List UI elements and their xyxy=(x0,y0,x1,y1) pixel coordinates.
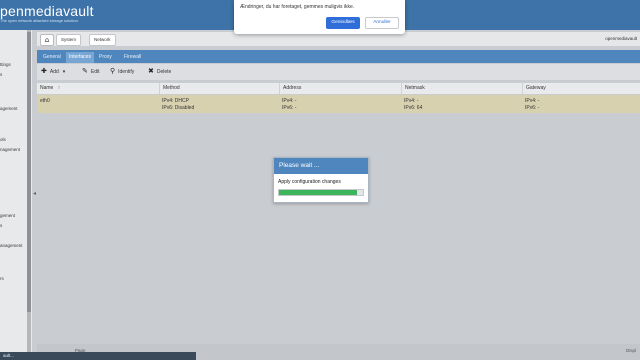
column-netmask[interactable]: Netmask xyxy=(401,83,522,94)
sidebar-item[interactable]: agement xyxy=(0,106,18,111)
tab-interfaces[interactable]: Interfaces xyxy=(66,52,94,63)
search-icon: ⚲ xyxy=(110,68,116,75)
edit-button[interactable]: ✎ Edit xyxy=(82,67,100,77)
home-icon[interactable]: ⌂ xyxy=(40,34,54,46)
add-button[interactable]: ✚ Add ▾ xyxy=(41,67,65,77)
sidebar-collapse-icon[interactable]: ◂ xyxy=(33,190,36,197)
sidebar-item[interactable]: rs xyxy=(0,276,4,281)
cell-method-ipv4: IPv4: DHCP xyxy=(162,98,189,104)
breadcrumb: ⌂ System Network openmediavault xyxy=(37,32,640,46)
cancel-button[interactable]: Annuller xyxy=(365,17,399,29)
cell-method-ipv6: IPv6: Disabled xyxy=(162,105,195,111)
grid-header: Name ↑ Method Address Netmask Gateway xyxy=(37,83,640,95)
add-label: Add xyxy=(49,69,59,75)
hostname: openmediavault xyxy=(605,36,637,41)
cell-gateway-ipv6: IPv6: - xyxy=(525,105,540,111)
breadcrumb-system[interactable]: System xyxy=(56,34,82,46)
display-label: Displ xyxy=(625,348,636,353)
progress-bar-fill xyxy=(279,190,358,195)
dialog-title: Please wait ... xyxy=(274,158,368,174)
pencil-icon: ✎ xyxy=(82,68,88,75)
sidebar-item[interactable]: nagement xyxy=(0,147,20,152)
reload-button[interactable]: Genindlæs xyxy=(326,17,360,29)
table-row[interactable]: eth0 IPv4: DHCP IPv6: Disabled IPv4: - I… xyxy=(37,95,640,113)
status-bar: ault... xyxy=(0,352,196,360)
please-wait-dialog: Please wait ... Apply configuration chan… xyxy=(273,157,369,203)
sidebar-item[interactable]: anagement xyxy=(0,243,23,248)
breadcrumb-network[interactable]: Network xyxy=(89,34,116,46)
progress-bar xyxy=(278,189,364,196)
brand-tagline: The open network attached storage soluti… xyxy=(0,18,78,23)
tab-proxy[interactable]: Proxy xyxy=(96,52,115,63)
dialog-message: Apply configuration changes xyxy=(278,179,341,185)
alert-message: Ændringer, du har foretaget, gemmes muli… xyxy=(240,4,355,10)
cell-gateway-ipv4: IPv4: - xyxy=(525,98,540,104)
close-icon: ✖ xyxy=(148,68,154,75)
leave-page-alert: Ændringer, du har foretaget, gemmes muli… xyxy=(234,0,405,34)
sidebar-item[interactable]: s xyxy=(0,72,2,77)
sidebar: ttings s agement ols nagement gement s a… xyxy=(0,30,32,360)
sort-icon: ↑ xyxy=(57,85,61,91)
delete-button[interactable]: ✖ Delete xyxy=(148,67,171,77)
column-gateway[interactable]: Gateway xyxy=(522,83,640,94)
sidebar-scroll-thumb[interactable] xyxy=(27,32,31,312)
cell-netmask-ipv4: IPv4: - xyxy=(404,98,419,104)
column-address[interactable]: Address xyxy=(279,83,401,94)
identify-button[interactable]: ⚲ Identify xyxy=(110,67,134,77)
sidebar-item[interactable]: ttings xyxy=(0,62,11,67)
cell-address-ipv4: IPv4: - xyxy=(282,98,297,104)
sidebar-item[interactable]: ols xyxy=(0,137,6,142)
sidebar-scrollbar[interactable] xyxy=(27,30,31,360)
sidebar-item[interactable]: s xyxy=(0,223,2,228)
sidebar-item[interactable]: gement xyxy=(0,213,15,218)
delete-label: Delete xyxy=(156,69,172,75)
chevron-down-icon: ▾ xyxy=(62,69,66,75)
column-method[interactable]: Method xyxy=(159,83,279,94)
toolbar: ✚ Add ▾ ✎ Edit ⚲ Identify ✖ Delete xyxy=(37,64,640,80)
tab-firewall[interactable]: Firewall xyxy=(121,52,144,63)
edit-label: Edit xyxy=(90,69,100,75)
identify-label: Identify xyxy=(118,69,135,75)
plus-icon: ✚ xyxy=(41,68,47,75)
brand-logo: penmediavault xyxy=(0,3,94,19)
cell-name: eth0 xyxy=(40,98,50,104)
cell-netmask-ipv6: IPv6: 64 xyxy=(404,105,423,111)
tab-bar: General Interfaces Proxy Firewall xyxy=(37,50,640,63)
cell-address-ipv6: IPv6: - xyxy=(282,105,297,111)
tab-general[interactable]: General xyxy=(40,52,64,63)
column-name[interactable]: Name ↑ xyxy=(37,83,159,94)
